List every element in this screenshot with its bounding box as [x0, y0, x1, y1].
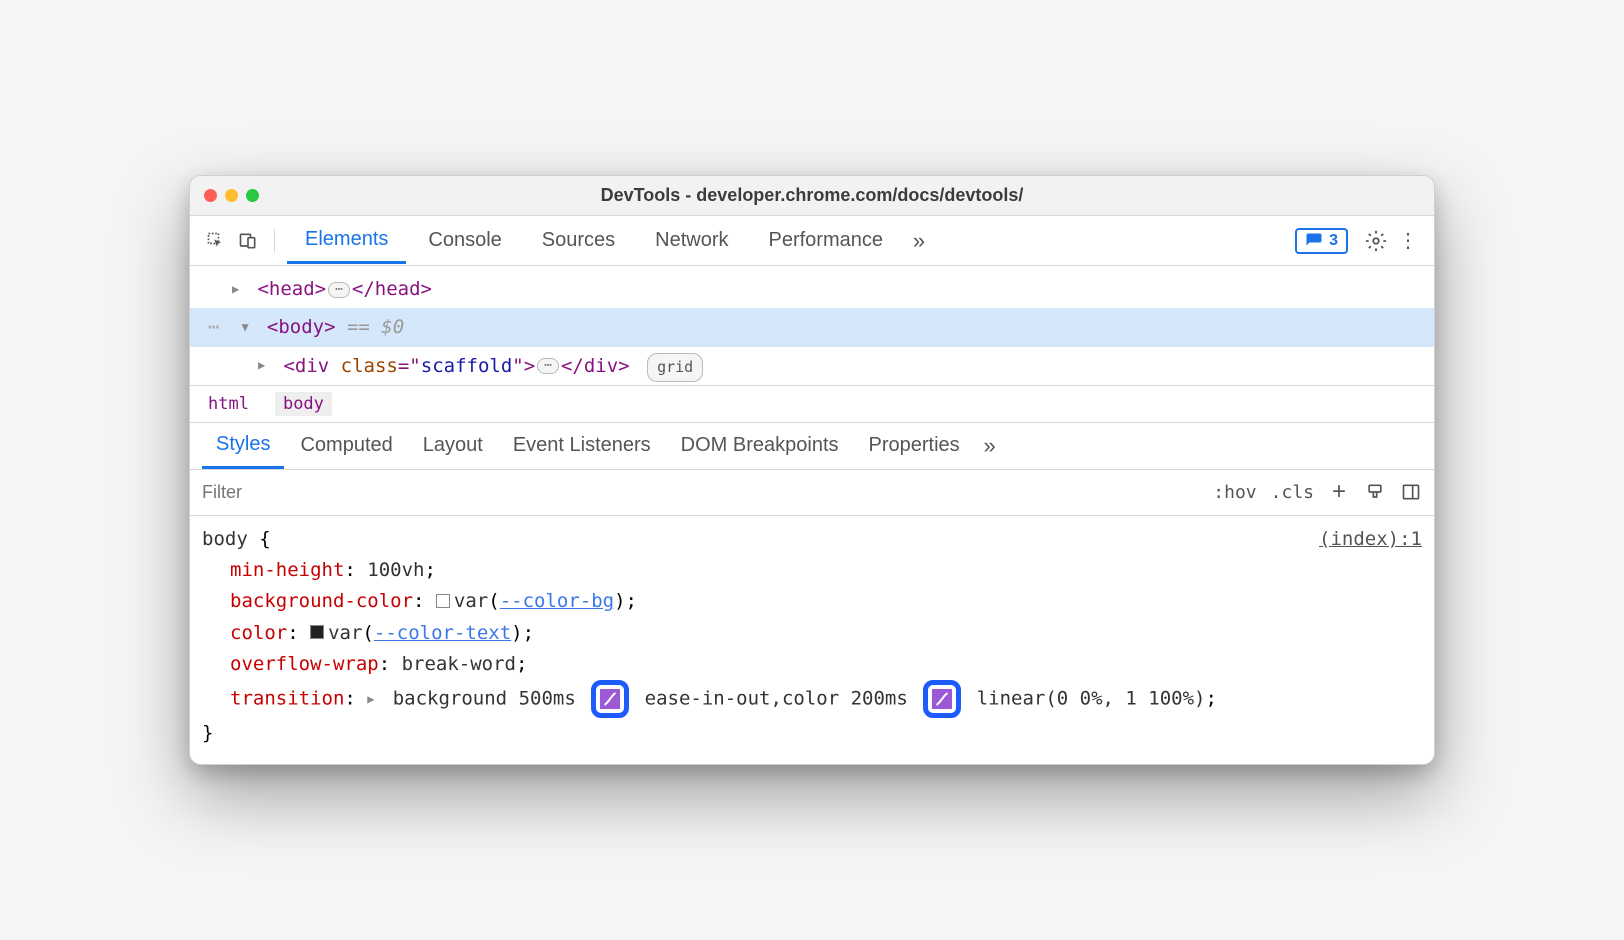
easing-editor-highlight: [591, 680, 629, 718]
kebab-menu-icon[interactable]: ⋮: [1394, 227, 1422, 255]
devtools-window: DevTools - developer.chrome.com/docs/dev…: [189, 175, 1435, 765]
inspect-icon[interactable]: [202, 227, 230, 255]
rule-header: body { (index):1: [202, 524, 1422, 555]
subtab-event-listeners[interactable]: Event Listeners: [499, 424, 665, 467]
minimize-icon[interactable]: [225, 189, 238, 202]
titlebar: DevTools - developer.chrome.com/docs/dev…: [190, 176, 1434, 216]
styles-subtabs: Styles Computed Layout Event Listeners D…: [190, 423, 1434, 470]
issues-count: 3: [1329, 232, 1338, 250]
settings-icon[interactable]: [1362, 227, 1390, 255]
easing-editor-highlight: [923, 680, 961, 718]
subtab-dom-breakpoints[interactable]: DOM Breakpoints: [667, 424, 853, 467]
grid-badge[interactable]: grid: [647, 353, 703, 382]
dom-node-div[interactable]: ▶ <div class="scaffold">⋯</div> grid: [190, 347, 1434, 385]
new-style-rule-icon[interactable]: +: [1328, 481, 1350, 503]
dom-node-body[interactable]: ⋯ ▼ <body> == $0: [190, 308, 1434, 346]
declaration[interactable]: overflow-wrap: break-word;: [202, 649, 1422, 680]
color-swatch-icon[interactable]: [310, 625, 324, 639]
crumb-body[interactable]: body: [275, 392, 332, 416]
subtab-computed[interactable]: Computed: [286, 424, 406, 467]
traffic-lights: [204, 189, 259, 202]
close-icon[interactable]: [204, 189, 217, 202]
styles-pane[interactable]: body { (index):1 min-height: 100vh; back…: [190, 516, 1434, 764]
expand-icon[interactable]: ▶: [258, 355, 272, 377]
dom-tree[interactable]: ▶ <head>⋯</head> ⋯ ▼ <body> == $0 ▶ <div…: [190, 266, 1434, 385]
tab-sources[interactable]: Sources: [524, 219, 633, 262]
easing-swatch-icon[interactable]: [600, 689, 620, 709]
more-subtabs-icon[interactable]: »: [976, 432, 1004, 460]
breadcrumbs: html body: [190, 385, 1434, 423]
filter-input[interactable]: [202, 478, 1199, 507]
ellipsis-icon[interactable]: ⋯: [328, 282, 350, 298]
declaration[interactable]: min-height: 100vh;: [202, 555, 1422, 586]
crumb-html[interactable]: html: [200, 392, 257, 416]
source-link[interactable]: (index):1: [1319, 524, 1422, 555]
declaration[interactable]: color: var(--color-text);: [202, 618, 1422, 649]
tab-network[interactable]: Network: [637, 219, 746, 262]
gutter-dots-icon: ⋯: [208, 310, 230, 344]
ellipsis-icon[interactable]: ⋯: [537, 358, 559, 374]
expand-icon[interactable]: ▶: [367, 690, 381, 710]
separator: [274, 229, 275, 253]
more-tabs-icon[interactable]: »: [905, 227, 933, 255]
paintbrush-icon[interactable]: [1364, 481, 1386, 503]
main-toolbar: Elements Console Sources Network Perform…: [190, 216, 1434, 266]
dom-node-head[interactable]: ▶ <head>⋯</head>: [190, 270, 1434, 308]
color-swatch-icon[interactable]: [436, 594, 450, 608]
window-title: DevTools - developer.chrome.com/docs/dev…: [601, 185, 1024, 206]
maximize-icon[interactable]: [246, 189, 259, 202]
rule-close: }: [202, 718, 1422, 749]
hov-toggle[interactable]: :hov: [1213, 482, 1256, 503]
collapse-icon[interactable]: ▼: [241, 317, 255, 339]
tab-performance[interactable]: Performance: [751, 219, 902, 262]
filter-row: :hov .cls +: [190, 470, 1434, 516]
declaration[interactable]: background-color: var(--color-bg);: [202, 586, 1422, 617]
cls-toggle[interactable]: .cls: [1271, 482, 1314, 503]
issues-badge[interactable]: 3: [1295, 228, 1348, 254]
expand-icon[interactable]: ▶: [232, 279, 246, 301]
device-toggle-icon[interactable]: [234, 227, 262, 255]
declaration-transition[interactable]: transition: ▶ background 500ms ease-in-o…: [202, 680, 1422, 718]
tab-elements[interactable]: Elements: [287, 218, 406, 264]
subtab-layout[interactable]: Layout: [409, 424, 497, 467]
toggle-sidebar-icon[interactable]: [1400, 481, 1422, 503]
easing-swatch-icon[interactable]: [932, 689, 952, 709]
tab-console[interactable]: Console: [410, 219, 519, 262]
subtab-styles[interactable]: Styles: [202, 423, 284, 469]
subtab-properties[interactable]: Properties: [855, 424, 974, 467]
selector[interactable]: body: [202, 528, 248, 550]
